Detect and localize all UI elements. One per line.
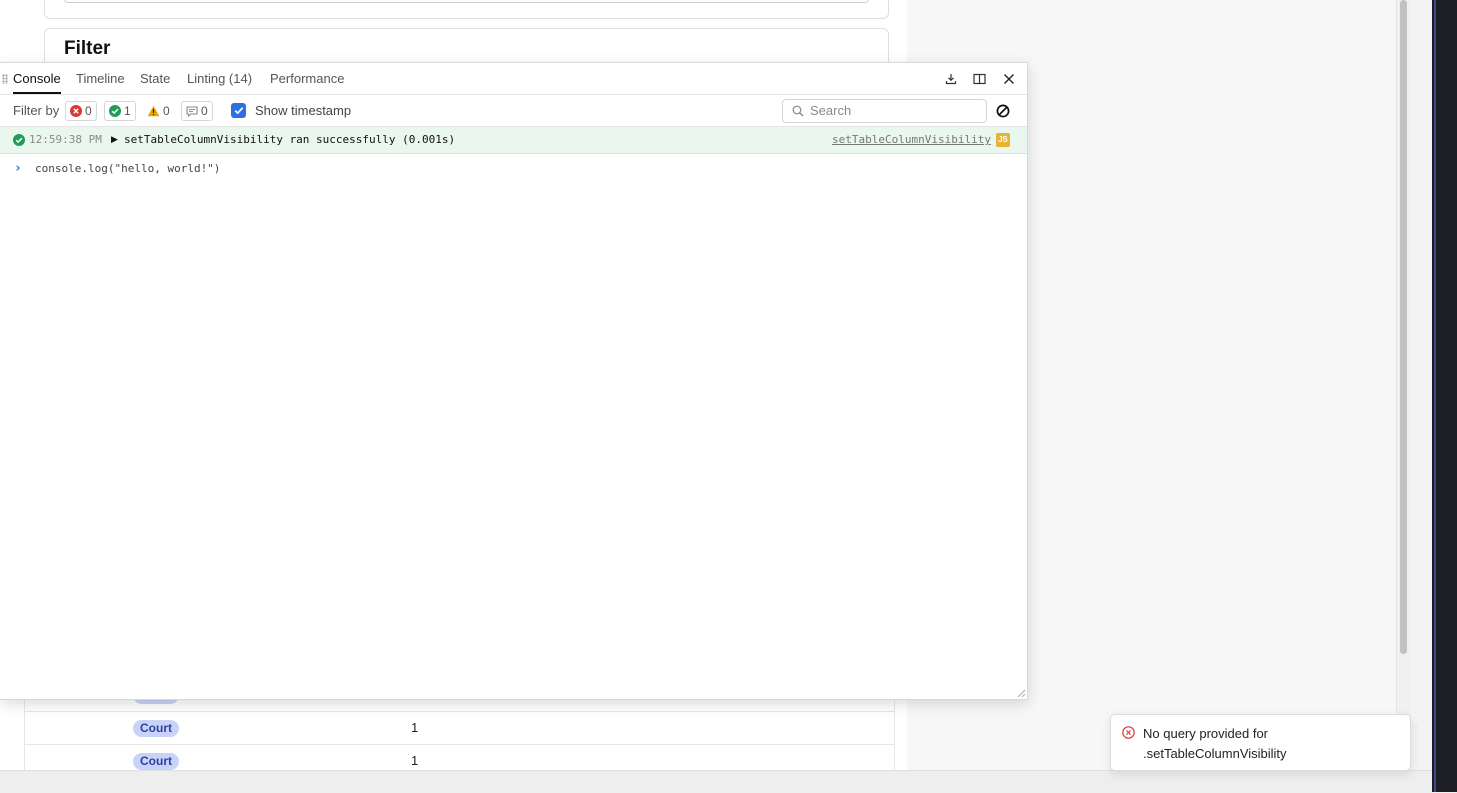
drag-handle-icon[interactable] xyxy=(2,74,8,84)
close-icon[interactable] xyxy=(1001,71,1017,87)
bottom-strip xyxy=(0,770,1432,793)
info-count: 0 xyxy=(201,104,208,118)
console-filterbar: Filter by 0 1 0 0 Show timestamp xyxy=(0,95,1027,127)
search-input[interactable] xyxy=(810,102,980,119)
tab-linting[interactable]: Linting (14) xyxy=(187,63,252,94)
previous-card-input[interactable] xyxy=(64,0,869,3)
previous-card xyxy=(44,0,889,19)
message-icon xyxy=(186,105,198,117)
log-entry[interactable]: 12:59:38 PM ▶ setTableColumnVisibility r… xyxy=(0,127,1027,154)
warning-icon xyxy=(147,105,160,117)
warning-filter-chip[interactable]: 0 xyxy=(142,101,175,121)
error-icon xyxy=(70,105,82,117)
window-edge xyxy=(1432,0,1457,792)
success-icon xyxy=(109,105,121,117)
success-count: 1 xyxy=(124,104,131,118)
repl-input-row[interactable]: › console.log("hello, world!") xyxy=(0,155,1027,181)
filter-section-title: Filter xyxy=(64,38,111,59)
tab-state[interactable]: State xyxy=(140,63,170,94)
repl-input[interactable]: console.log("hello, world!") xyxy=(35,162,220,175)
tag-pill: Court xyxy=(133,720,179,737)
console-tabbar: Console Timeline State Linting (14) Perf… xyxy=(0,63,1027,95)
clear-console-icon[interactable] xyxy=(996,104,1010,118)
resize-grip-icon[interactable] xyxy=(1016,688,1026,698)
table-cell-value: 1 xyxy=(411,753,419,768)
info-filter-chip[interactable]: 0 xyxy=(181,101,213,121)
show-timestamp-label[interactable]: Show timestamp xyxy=(255,103,351,118)
download-icon[interactable] xyxy=(943,71,959,87)
dock-side-icon[interactable] xyxy=(971,71,987,87)
table-cell-value: 1 xyxy=(411,720,419,735)
tab-performance[interactable]: Performance xyxy=(270,63,344,94)
tab-timeline[interactable]: Timeline xyxy=(76,63,125,94)
checkmark-icon xyxy=(234,107,243,115)
log-timestamp: 12:59:38 PM xyxy=(29,133,102,146)
tab-console[interactable]: Console xyxy=(13,63,61,94)
tag-pill: Court xyxy=(133,753,179,770)
error-toast[interactable]: No query provided for .setTableColumnVis… xyxy=(1110,714,1411,771)
error-count: 0 xyxy=(85,104,92,118)
show-timestamp-checkbox[interactable] xyxy=(231,103,246,118)
scrollbar-thumb[interactable] xyxy=(1400,0,1407,654)
toast-message: No query provided for .setTableColumnVis… xyxy=(1143,726,1287,761)
window-edge-line xyxy=(1434,0,1436,792)
js-badge: JS xyxy=(996,133,1010,147)
scrollbar[interactable] xyxy=(1396,0,1411,770)
debug-console: Console Timeline State Linting (14) Perf… xyxy=(0,62,1028,700)
expand-caret-icon[interactable]: ▶ xyxy=(111,134,118,145)
log-message[interactable]: setTableColumnVisibility ran successfull… xyxy=(124,133,455,146)
log-source-link[interactable]: setTableColumnVisibility xyxy=(832,133,991,146)
search-icon xyxy=(792,105,804,117)
error-circle-icon xyxy=(1122,726,1135,739)
filter-by-label: Filter by xyxy=(13,103,60,118)
table-row[interactable]: Court 1 xyxy=(25,711,894,745)
success-icon xyxy=(13,134,25,146)
error-filter-chip[interactable]: 0 xyxy=(65,101,97,121)
console-search xyxy=(782,99,987,123)
warning-count: 0 xyxy=(163,104,170,118)
success-filter-chip[interactable]: 1 xyxy=(104,101,136,121)
prompt-chevron-icon: › xyxy=(14,161,22,176)
